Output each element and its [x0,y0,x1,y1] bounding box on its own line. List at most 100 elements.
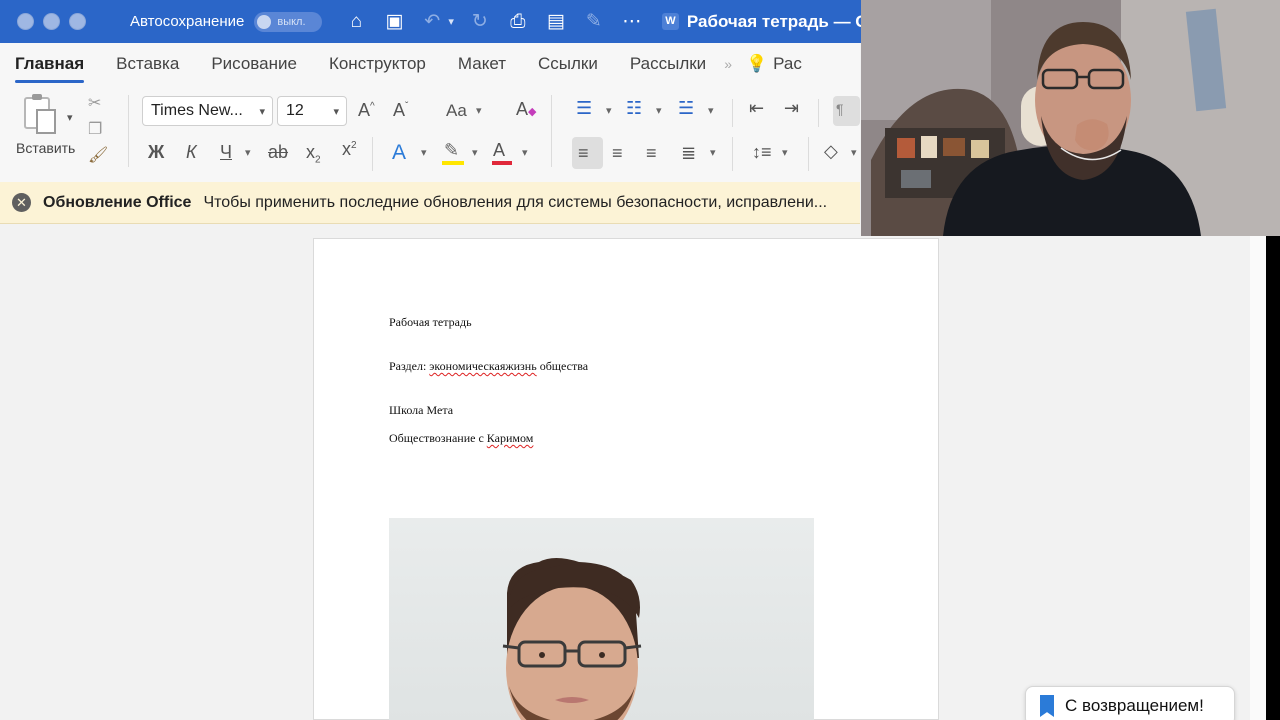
edit-icon[interactable]: ✎ [582,12,606,31]
clipboard-tools: ✂ ❐ 🖌 [88,93,108,165]
clear-format-glyph: A [516,99,529,119]
superscript-button[interactable]: x2 [342,140,357,158]
tab-design[interactable]: Конструктор [329,54,426,74]
line-spacing-icon[interactable]: ↕≡ [752,143,772,161]
ribbon-toolbar: ▾ Вставить ✂ ❐ 🖌 Times New... ▾ 12 ▾ A^ … [0,85,860,182]
decrease-indent-icon[interactable]: ⇤ [749,99,764,117]
chevron-down-icon[interactable]: ▾ [708,106,714,117]
strike-glyph: ab [268,142,289,162]
justify-icon[interactable]: ≣ [681,144,696,162]
paste-chevron-down-icon[interactable]: ▾ [67,111,73,124]
numbering-icon[interactable]: ☷ [626,99,642,117]
print-icon[interactable]: ⎙ [506,12,530,31]
align-center-icon[interactable]: ≡ [612,144,623,162]
home-icon[interactable]: ⌂ [344,12,368,31]
misspelled-word[interactable]: экономическаяжизнь [429,359,536,373]
divider [128,95,129,167]
bold-glyph: Ж [148,142,165,162]
multilevel-list-icon[interactable]: ☱ [678,99,694,117]
chevron-down-icon[interactable]: ▾ [472,148,478,159]
welcome-back-toast[interactable]: С возвращением! [1025,686,1235,720]
tell-me[interactable]: 💡 Рас [746,54,802,74]
zoom-window-button[interactable] [69,13,86,30]
close-icon[interactable]: ✕ [12,193,31,212]
paragraph-section[interactable]: Раздел: экономическаяжизнь общества [389,359,588,374]
paste-button[interactable]: ▾ Вставить [16,93,80,173]
undo-icon[interactable]: ↶ [420,12,444,31]
save-as-icon[interactable]: ▤ [544,12,568,31]
chevron-down-icon: ▾ [259,106,265,118]
clear-formatting-button[interactable]: A◆ [516,100,536,118]
chevron-down-icon[interactable]: ▾ [476,106,482,117]
format-painter-icon[interactable]: 🖌 [88,145,108,165]
change-case-button[interactable]: Aa [446,102,467,119]
chevron-down-icon[interactable]: ▾ [656,106,662,117]
paragraph-subject[interactable]: Обществознание с Каримом [389,431,533,446]
update-message[interactable]: Чтобы применить последние обновления для… [203,194,827,212]
increase-indent-icon[interactable]: ⇥ [784,99,799,117]
subscript-glyph: x [306,142,315,162]
chevron-down-icon[interactable]: ▾ [710,148,716,159]
undo-chevron-down-icon[interactable]: ▾ [448,15,454,28]
misspelled-word[interactable]: Каримом [487,431,534,445]
show-formatting-icon[interactable]: ¶ [833,96,860,126]
redo-icon[interactable]: ↻ [468,12,492,31]
font-size-value: 12 [286,102,304,119]
text-effects-glyph: A [392,141,407,164]
bold-button[interactable]: Ж [148,143,164,161]
underline-button[interactable]: Ч [220,143,232,161]
chevron-down-icon[interactable]: ▾ [245,148,251,159]
font-size-select[interactable]: 12 ▾ [277,96,347,126]
more-tabs-chevron-icon[interactable]: » [724,56,732,72]
close-window-button[interactable] [17,13,34,30]
minimize-window-button[interactable] [43,13,60,30]
cut-icon[interactable]: ✂ [88,93,108,113]
tab-mailings[interactable]: Рассылки [630,54,706,74]
paragraph-title[interactable]: Рабочая тетрадь [389,315,472,330]
save-icon[interactable]: ▣ [382,12,406,31]
chevron-down-icon[interactable]: ▾ [782,148,788,159]
autosave: Автосохранение выкл. [130,11,323,32]
chevron-down-icon[interactable]: ▾ [421,148,427,159]
grow-font-button[interactable]: A^ [358,101,375,119]
subscript-button[interactable]: x2 [306,143,321,166]
chevron-down-icon[interactable]: ▾ [522,148,528,159]
superscript-glyph: x [342,139,351,159]
font-color-button[interactable]: A [492,141,512,165]
tab-insert[interactable]: Вставка [116,54,179,74]
align-right-icon[interactable]: ≡ [646,144,657,162]
bullets-icon[interactable]: ☰ [576,99,592,117]
quick-access-toolbar: ⌂ ▣ ↶ ▾ ↻ ⎙ ▤ ✎ ⋯ [344,12,644,31]
author-photo[interactable] [389,518,814,720]
document-title: Рабочая тетрадь — С [686,11,868,31]
strikethrough-button[interactable]: ab [268,143,288,161]
shrink-font-button[interactable]: Aˇ [393,101,408,119]
paragraph-prefix: Раздел: [389,359,430,373]
tell-me-label: Рас [773,54,802,73]
autosave-toggle[interactable]: выкл. [254,11,323,32]
italic-button[interactable]: К [186,143,197,161]
document-page[interactable]: Рабочая тетрадь Раздел: экономическаяжиз… [313,238,939,720]
tab-references[interactable]: Ссылки [538,54,598,74]
webcam-scene [861,0,1280,236]
shrink-font-glyph: A [393,100,406,120]
paragraph-prefix: Обществознание с [389,431,487,445]
paste-sheet-icon [36,109,56,134]
screen-edge [1266,236,1280,720]
divider [808,137,809,171]
font-name-select[interactable]: Times New... ▾ [142,96,273,126]
text-effects-button[interactable]: A [392,142,406,163]
shading-icon[interactable]: ◇ [824,142,838,160]
tab-layout[interactable]: Макет [458,54,506,74]
tab-home[interactable]: Главная [15,54,85,83]
chevron-down-icon[interactable]: ▾ [851,148,857,159]
paragraph-school[interactable]: Школа Мета [389,403,453,418]
align-left-icon[interactable]: ≡ [572,137,603,169]
chevron-down-icon[interactable]: ▾ [606,106,612,117]
lightbulb-icon: 💡 [745,54,768,73]
more-icon[interactable]: ⋯ [620,12,644,31]
copy-icon[interactable]: ❐ [88,119,108,139]
paragraph-suffix: общества [536,359,589,373]
highlight-color-button[interactable]: ✎ [442,141,464,165]
tab-draw[interactable]: Рисование [211,54,297,74]
